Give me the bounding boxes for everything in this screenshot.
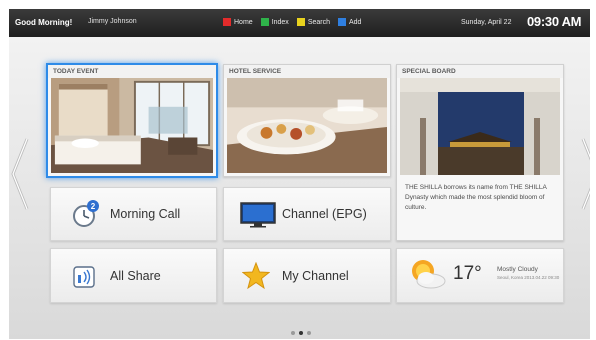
greeting-text: Good Morning! [15, 18, 73, 27]
my-channel-label: My Channel [282, 269, 349, 283]
special-board-card[interactable]: SPECIAL BOARD THE SHILLA borrows its nam… [396, 64, 564, 241]
food-platter-image [227, 78, 387, 173]
page-dot-3[interactable] [307, 331, 311, 335]
smart-tv-hub-screen: Good Morning! Jimmy Johnson Home Index S… [9, 9, 590, 339]
channel-epg-tile[interactable]: Channel (EPG) [223, 187, 391, 241]
hotel-room-image [51, 78, 213, 173]
channel-epg-label: Channel (EPG) [282, 207, 367, 221]
legend-home[interactable]: Home [223, 18, 253, 26]
page-dot-2-active[interactable] [299, 331, 303, 335]
chevron-right-icon [581, 138, 590, 210]
legend-add-label: Add [349, 18, 362, 26]
today-event-card[interactable]: TODAY EVENT [46, 63, 218, 178]
blue-key-icon [338, 18, 346, 26]
chevron-left-icon [11, 138, 29, 210]
page-indicator [291, 331, 315, 335]
hotel-service-title: HOTEL SERVICE [224, 65, 390, 78]
legend-add[interactable]: Add [338, 18, 361, 26]
current-time: 09:30 AM [527, 14, 582, 29]
legend-index[interactable]: Index [260, 18, 289, 26]
weather-description: Mostly Cloudy [497, 266, 538, 273]
morning-call-label: Morning Call [110, 207, 181, 221]
yellow-key-icon [296, 18, 305, 26]
legend-search-label: Search [307, 18, 330, 26]
weather-location: Seoul, Korea 2013.04.22 09:30 [497, 275, 560, 280]
top-bar: Good Morning! Jimmy Johnson Home Index S… [9, 9, 590, 37]
previous-page-arrow[interactable] [9, 137, 31, 211]
legend-home-label: Home [234, 18, 253, 26]
today-event-title: TODAY EVENT [48, 65, 216, 78]
color-key-legend: Home Index Search Add [223, 18, 369, 26]
alarm-clock-icon: 2 [71, 199, 101, 229]
user-name: Jimmy Johnson [88, 18, 137, 25]
special-board-text: THE SHILLA borrows its name from THE SHI… [405, 184, 547, 211]
red-key-icon [223, 18, 231, 26]
morning-call-tile[interactable]: 2 Morning Call [50, 187, 217, 241]
all-share-label: All Share [110, 269, 161, 283]
legend-index-label: Index [271, 18, 289, 26]
morning-call-badge: 2 [91, 202, 96, 211]
tv-monitor-icon [240, 202, 276, 228]
hotel-service-card[interactable]: HOTEL SERVICE [223, 64, 391, 177]
palace-night-image [400, 78, 560, 175]
all-share-icon [73, 266, 95, 288]
green-key-icon [260, 18, 269, 26]
weather-tile[interactable]: 17° Mostly Cloudy Seoul, Korea 2013.04.2… [396, 248, 564, 303]
my-channel-tile[interactable]: My Channel [223, 248, 391, 303]
all-share-tile[interactable]: All Share [50, 248, 217, 303]
partly-cloudy-icon [407, 257, 447, 291]
next-page-arrow[interactable] [579, 137, 590, 211]
page-dot-1[interactable] [291, 331, 295, 335]
star-icon [241, 261, 271, 290]
current-date: Sunday, April 22 [461, 19, 512, 26]
weather-temperature: 17° [453, 263, 482, 284]
legend-search[interactable]: Search [296, 18, 330, 26]
special-board-title: SPECIAL BOARD [397, 65, 563, 78]
